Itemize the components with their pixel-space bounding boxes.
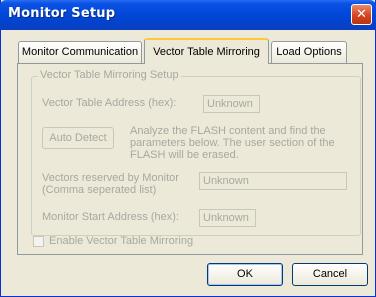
tab-monitor-communication[interactable]: Monitor Communication <box>18 41 142 63</box>
title-bar[interactable]: Monitor Setup ✕ <box>0 0 376 30</box>
enable-mirroring-label: Enable Vector Table Mirroring <box>49 235 194 247</box>
groupbox-label: Vector Table Mirroring Setup <box>38 69 181 81</box>
tab-vector-table-mirroring[interactable]: Vector Table Mirroring <box>144 38 269 64</box>
vectors-reserved-label-line2: (Comma seperated list) <box>42 184 157 196</box>
window-title: Monitor Setup <box>8 6 116 21</box>
ok-button[interactable]: OK <box>207 263 283 286</box>
monitor-setup-dialog: Monitor Setup ✕ Monitor Communication Ve… <box>0 0 376 297</box>
auto-detect-description: Analyze the FLASH content and find the p… <box>130 125 335 161</box>
vector-table-address-label: Vector Table Address (hex): <box>42 97 177 109</box>
auto-detect-button[interactable]: Auto Detect <box>42 127 114 149</box>
monitor-start-address-label: Monitor Start Address (hex): <box>42 211 179 223</box>
tab-panel: Vector Table Mirroring Setup Vector Tabl… <box>17 63 363 255</box>
vectors-reserved-field[interactable]: Unknown <box>199 172 347 190</box>
close-icon: ✕ <box>356 7 367 22</box>
monitor-start-address-field[interactable]: Unknown <box>199 209 256 227</box>
cancel-button[interactable]: Cancel <box>292 263 368 286</box>
close-button[interactable]: ✕ <box>351 4 372 25</box>
vector-table-mirroring-groupbox: Vector Table Mirroring Setup Vector Tabl… <box>31 69 361 236</box>
vector-table-address-field[interactable]: Unknown <box>203 95 260 113</box>
enable-mirroring-checkbox[interactable] <box>33 236 44 247</box>
tab-load-options[interactable]: Load Options <box>271 41 347 63</box>
